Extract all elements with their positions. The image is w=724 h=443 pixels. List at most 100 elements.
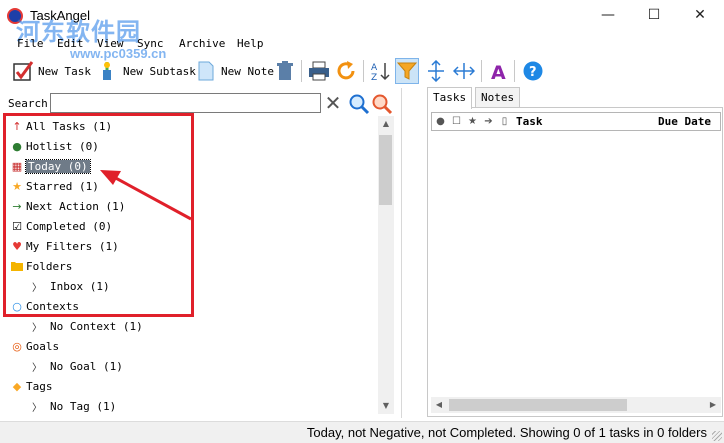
toolbar-separator bbox=[363, 60, 364, 82]
close-button[interactable]: ✕ bbox=[677, 0, 723, 30]
folder-icon bbox=[11, 260, 23, 272]
tasks-panel bbox=[427, 107, 723, 417]
svg-text:?: ? bbox=[529, 65, 537, 80]
delete-icon bbox=[274, 60, 296, 82]
note-icon bbox=[195, 60, 217, 82]
tree-item-completed[interactable]: ☑ Completed (0) bbox=[11, 217, 112, 235]
star-icon[interactable]: ★ bbox=[467, 116, 478, 127]
scroll-left-icon[interactable]: ◀ bbox=[431, 397, 447, 413]
tree-item-hotlist[interactable]: ● Hotlist (0) bbox=[11, 137, 99, 155]
tab-notes[interactable]: Notes bbox=[475, 87, 521, 107]
help-icon: ? bbox=[522, 60, 544, 82]
tree-item-my-filters[interactable]: ♥ My Filters (1) bbox=[11, 237, 119, 255]
column-task[interactable]: Task bbox=[516, 113, 543, 130]
tree-item-inbox[interactable]: 〉 Inbox (1) bbox=[32, 277, 110, 295]
menu-sync[interactable]: Sync bbox=[137, 37, 164, 50]
new-subtask-label: New Subtask bbox=[123, 64, 196, 78]
tree-item-tags[interactable]: ◆ Tags bbox=[11, 377, 53, 395]
chevron-right-icon[interactable]: 〉 bbox=[32, 399, 44, 414]
chevron-right-icon[interactable]: 〉 bbox=[32, 359, 44, 374]
menu-archive[interactable]: Archive bbox=[179, 37, 225, 50]
print-button[interactable] bbox=[308, 58, 330, 84]
tree-item-label: No Context (1) bbox=[50, 319, 143, 333]
expand-vertical-button[interactable] bbox=[425, 58, 447, 84]
tree-item-goals[interactable]: ◎ Goals bbox=[11, 337, 59, 355]
chevron-right-icon[interactable]: 〉 bbox=[32, 319, 44, 334]
tree-item-folders[interactable]: Folders bbox=[11, 257, 72, 275]
grid-scrollbar-thumb[interactable] bbox=[449, 399, 627, 411]
note-icon[interactable]: ▯ bbox=[499, 116, 510, 127]
new-note-label: New Note bbox=[221, 64, 274, 78]
tree-item-label: Contexts bbox=[26, 299, 79, 313]
toolbar-separator bbox=[514, 60, 515, 82]
menu-bar: File Edit View Sync Archive Help bbox=[0, 34, 724, 52]
new-note-button[interactable]: New Note bbox=[195, 58, 274, 84]
window-title: TaskAngel bbox=[30, 8, 90, 23]
refresh-icon bbox=[335, 60, 357, 82]
scroll-down-icon[interactable]: ▼ bbox=[378, 398, 394, 414]
pane-splitter[interactable] bbox=[401, 88, 402, 418]
circle-icon: ○ bbox=[12, 299, 22, 313]
tree-item-no-tag[interactable]: 〉 No Tag (1) bbox=[32, 397, 116, 415]
tree-item-label: Hotlist (0) bbox=[26, 139, 99, 153]
task-grid-header: ● ☐ ★ ➔ ▯ Task Due Date bbox=[431, 112, 721, 131]
column-due-date[interactable]: Due Date bbox=[658, 113, 711, 130]
minimize-button[interactable]: — bbox=[585, 0, 631, 30]
filter-button[interactable] bbox=[395, 58, 419, 84]
tree-item-label: No Tag (1) bbox=[50, 399, 117, 413]
right-arrow-icon: → bbox=[12, 199, 22, 213]
scroll-up-icon[interactable]: ▲ bbox=[378, 116, 394, 132]
tree-item-label: Starred (1) bbox=[26, 179, 99, 193]
expand-vertical-icon bbox=[425, 60, 447, 82]
tab-tasks[interactable]: Tasks bbox=[427, 87, 473, 109]
tree-item-label: Next Action (1) bbox=[26, 199, 126, 213]
star-icon: ★ bbox=[12, 179, 22, 193]
toolbar-separator bbox=[301, 60, 302, 82]
tree-item-next-action[interactable]: → Next Action (1) bbox=[11, 197, 125, 215]
status-dot-icon[interactable]: ● bbox=[435, 116, 446, 127]
tree-item-label: No Goal (1) bbox=[50, 359, 123, 373]
expand-horizontal-button[interactable] bbox=[453, 58, 475, 84]
new-subtask-button[interactable]: New Subtask bbox=[97, 58, 196, 84]
tree-scrollbar-thumb[interactable] bbox=[379, 135, 392, 205]
tag-icon: ◆ bbox=[12, 379, 22, 393]
maximize-button[interactable]: ☐ bbox=[631, 0, 677, 30]
tree-item-starred[interactable]: ★ Starred (1) bbox=[11, 177, 99, 195]
tree-item-all-tasks[interactable]: ↑ All Tasks (1) bbox=[11, 117, 112, 135]
svg-text:A: A bbox=[371, 63, 378, 73]
sort-button[interactable]: AZ bbox=[370, 58, 392, 84]
new-subtask-icon bbox=[97, 60, 119, 82]
font-button[interactable]: A bbox=[488, 58, 510, 84]
tree-item-label: Folders bbox=[26, 259, 73, 273]
scroll-right-icon[interactable]: ▶ bbox=[705, 397, 721, 413]
menu-help[interactable]: Help bbox=[237, 37, 264, 50]
menu-view[interactable]: View bbox=[97, 37, 124, 50]
toolbar: New Task New Subtask New Note AZ A ? bbox=[0, 56, 724, 86]
tree-item-label: My Filters (1) bbox=[26, 239, 119, 253]
app-logo-icon bbox=[7, 8, 23, 24]
tree-item-today[interactable]: ▦ Today (0) bbox=[11, 157, 91, 175]
refresh-button[interactable] bbox=[335, 58, 357, 84]
title-bar: TaskAngel 河东软件园 — ☐ ✕ bbox=[0, 0, 724, 46]
menu-file[interactable]: File bbox=[17, 37, 44, 50]
search-input[interactable] bbox=[50, 93, 321, 113]
tree-item-label: Goals bbox=[26, 339, 60, 353]
resize-grip-icon[interactable] bbox=[712, 431, 722, 441]
search-icon[interactable] bbox=[348, 93, 370, 115]
tree-item-no-goal[interactable]: 〉 No Goal (1) bbox=[32, 357, 123, 375]
filter-icon bbox=[396, 60, 418, 82]
svg-text:Z: Z bbox=[371, 73, 377, 82]
delete-button[interactable] bbox=[274, 58, 296, 84]
menu-edit[interactable]: Edit bbox=[57, 37, 84, 50]
tree-item-no-context[interactable]: 〉 No Context (1) bbox=[32, 317, 143, 335]
tree-item-label: Tags bbox=[26, 379, 53, 393]
checkbox-icon[interactable]: ☐ bbox=[451, 116, 462, 127]
new-task-button[interactable]: New Task bbox=[12, 58, 91, 84]
tree-item-contexts[interactable]: ○ Contexts bbox=[11, 297, 79, 315]
font-icon: A bbox=[488, 60, 510, 82]
advanced-search-icon[interactable] bbox=[371, 93, 393, 115]
help-button[interactable]: ? bbox=[522, 58, 544, 84]
chevron-right-icon[interactable]: 〉 bbox=[32, 279, 44, 294]
clear-search-icon[interactable]: ✕ bbox=[323, 93, 343, 113]
next-action-icon[interactable]: ➔ bbox=[483, 116, 494, 127]
